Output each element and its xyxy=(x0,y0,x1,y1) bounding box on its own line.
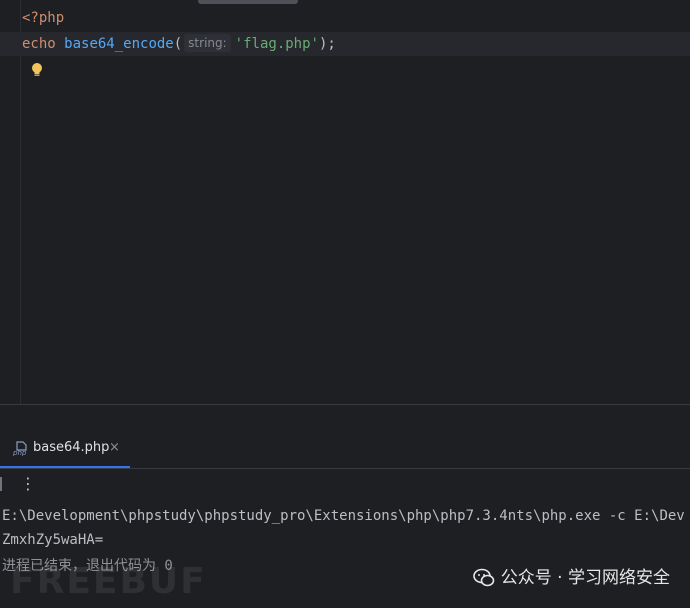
code-line-2[interactable]: echo base64_encode(string:'flag.php'); xyxy=(0,32,690,56)
parameter-hint: string: xyxy=(184,34,231,52)
freebuf-watermark: FREEBUF xyxy=(10,561,207,602)
account-name: 公众号 · 学习网络安全 xyxy=(500,568,670,588)
close-icon[interactable]: × xyxy=(109,440,120,456)
code-editor[interactable]: <?php echo base64_encode(string:'flag.ph… xyxy=(0,0,690,404)
function-name: base64_encode xyxy=(64,36,174,52)
tab-base64-php[interactable]: php base64.php × xyxy=(0,430,130,468)
svg-text:php: php xyxy=(12,449,27,456)
panel-splitter[interactable] xyxy=(0,404,690,431)
gutter-divider xyxy=(20,0,21,404)
horizontal-scrollbar-thumb[interactable] xyxy=(198,0,298,4)
echo-keyword: echo xyxy=(22,36,56,52)
code-line-1[interactable]: <?php xyxy=(22,6,64,30)
run-tab-bar: php base64.php × xyxy=(0,430,690,469)
console-output-line: ZmxhZy5waHA= xyxy=(2,532,104,548)
account-watermark: 公众号 · 学习网络安全 xyxy=(472,566,670,590)
tab-label: base64.php xyxy=(33,440,110,455)
paren-open: ( xyxy=(173,36,183,52)
lightbulb-icon[interactable] xyxy=(30,62,44,78)
php-file-icon: php xyxy=(12,441,27,456)
php-open-tag: <?php xyxy=(22,10,65,26)
console-command-line: E:\Development\phpstudy\phpstudy_pro\Ext… xyxy=(2,508,685,524)
ide-window: <?php echo base64_encode(string:'flag.ph… xyxy=(0,0,690,608)
more-options-icon[interactable]: ⋮ xyxy=(20,475,36,493)
string-argument: 'flag.php' xyxy=(234,36,319,52)
toolbar-edge-icon[interactable] xyxy=(0,477,2,491)
wechat-icon xyxy=(472,568,495,587)
run-toolbar: ⋮ xyxy=(0,469,690,499)
paren-close: ); xyxy=(318,36,336,52)
